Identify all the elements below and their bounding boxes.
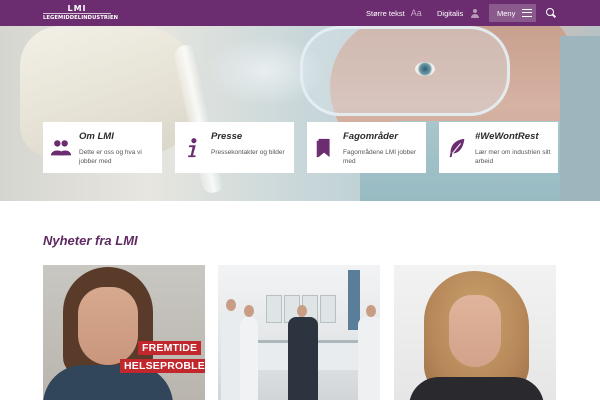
bookmark-icon: [316, 138, 330, 158]
card-description: Lær mer om industrien sitt arbeid: [475, 149, 551, 165]
search-icon[interactable]: [546, 8, 556, 18]
digitalis-login-link[interactable]: Digitalis: [437, 0, 480, 26]
hamburger-icon: [522, 9, 532, 17]
card-fagomrader[interactable]: Fagområder Fagområdene LMI jobber med: [307, 122, 426, 173]
news-banner-text: HELSEPROBLEM: [120, 359, 205, 373]
card-description: Dette er oss og hva vi jobber med: [79, 149, 142, 165]
card-wewontrest[interactable]: #WeWontRest Lær mer om industrien sitt a…: [439, 122, 558, 173]
card-title: #WeWontRest: [475, 131, 539, 142]
card-description: Fagområdene LMI jobber med: [343, 149, 416, 165]
card-presse[interactable]: Presse Pressekontakter og bilder: [175, 122, 294, 173]
digitalis-label: Digitalis: [437, 8, 464, 18]
info-icon: [187, 138, 197, 158]
card-description: Pressekontakter og bilder: [211, 149, 285, 156]
card-title: Om LMI: [79, 131, 114, 142]
feather-icon: [449, 138, 465, 158]
menu-button[interactable]: Meny: [489, 4, 536, 22]
card-title: Presse: [211, 131, 243, 142]
card-title: Fagområder: [343, 131, 398, 142]
logo-subtitle: LEGEMIDDELINDUSTRIEN: [43, 13, 119, 21]
text-size-icon: Aa: [410, 8, 422, 18]
news-item[interactable]: [218, 265, 380, 400]
top-navigation-bar: LMI LEGEMIDDELINDUSTRIEN Større tekst Aa…: [0, 0, 600, 26]
text-size-label: Større tekst: [366, 8, 405, 18]
text-size-toggle[interactable]: Større tekst Aa: [366, 0, 422, 26]
logo-title: LMI: [67, 4, 87, 13]
news-item[interactable]: FREMTIDE HELSEPROBLEM: [43, 265, 205, 400]
hero-image: [0, 26, 600, 201]
lmi-logo[interactable]: LMI LEGEMIDDELINDUSTRIEN: [43, 4, 119, 22]
menu-label: Meny: [497, 8, 516, 18]
people-icon: [50, 140, 72, 156]
user-icon: [471, 8, 480, 18]
card-om-lmi[interactable]: Om LMI Dette er oss og hva vi jobber med: [43, 122, 162, 173]
news-item[interactable]: [394, 265, 556, 400]
news-banner-text: FREMTIDE: [138, 341, 202, 355]
news-heading: Nyheter fra LMI: [43, 233, 138, 248]
